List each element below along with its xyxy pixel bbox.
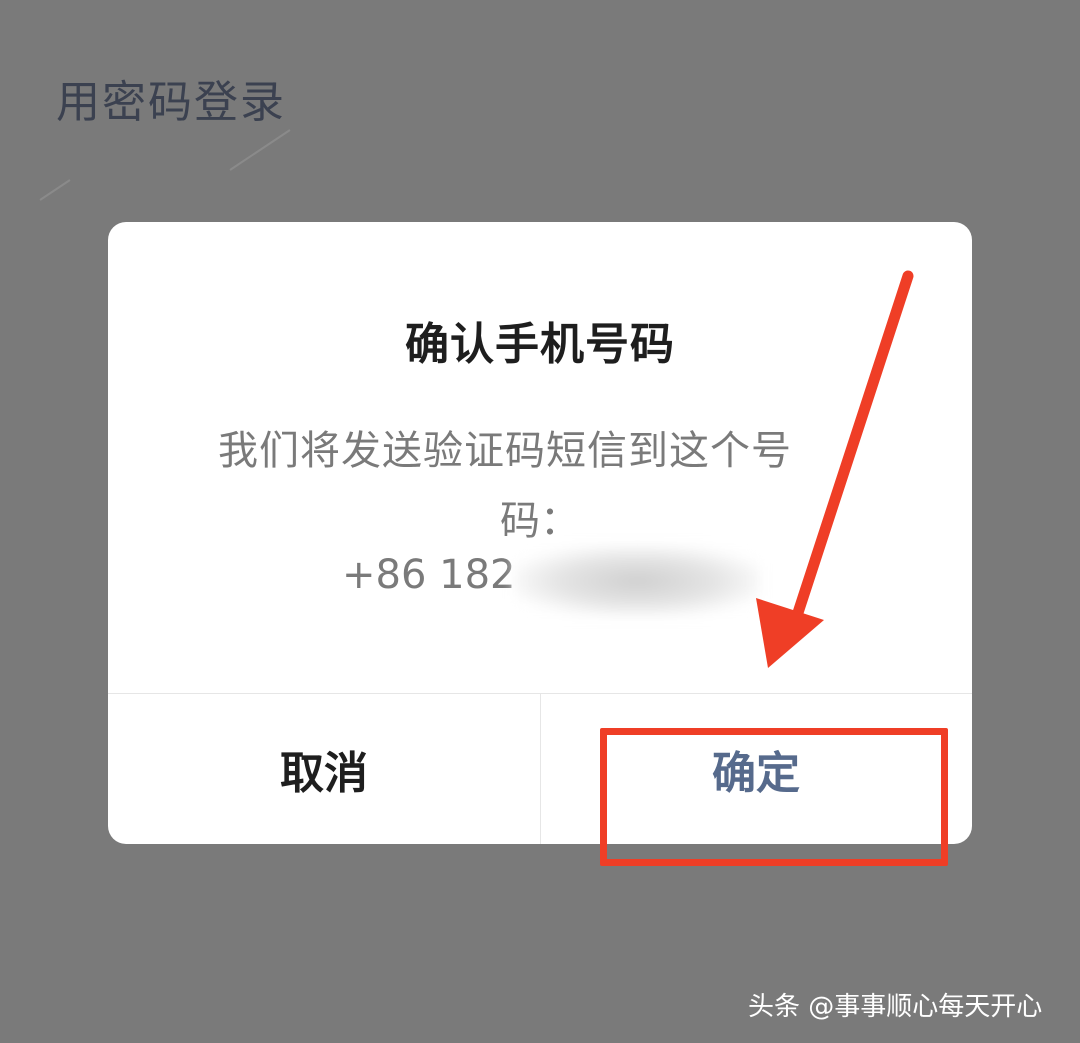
cancel-button[interactable]: 取消 <box>108 694 540 844</box>
confirm-button[interactable]: 确定 <box>540 694 972 844</box>
watermark: 头条 @事事顺心每天开心 <box>748 992 1043 1022</box>
dialog-message-line2: 码： <box>500 498 580 544</box>
dialog-title: 确认手机号码 <box>405 319 675 370</box>
phone-number-blur <box>515 546 760 616</box>
phone-number: +86 182 <box>342 552 516 598</box>
dialog-message-line1: 我们将发送验证码短信到这个号 <box>218 428 792 474</box>
